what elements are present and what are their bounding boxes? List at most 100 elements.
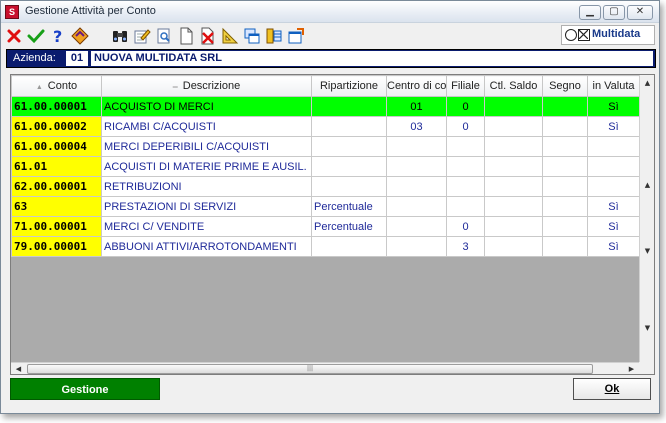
cell-ctl-saldo[interactable] <box>484 116 543 137</box>
scroll-page-down-icon[interactable]: ▼ <box>640 243 654 259</box>
cell-centro[interactable] <box>386 216 447 237</box>
cell-centro[interactable] <box>386 176 447 197</box>
table-row[interactable]: 63 PRESTAZIONI DI SERVIZI Percentuale Sì <box>11 196 640 217</box>
cell-conto[interactable]: 61.00.00004 <box>11 136 102 157</box>
delete-document-icon[interactable] <box>198 26 218 46</box>
scroll-down-icon[interactable]: ▼ <box>640 320 654 336</box>
cell-conto[interactable]: 71.00.00001 <box>11 216 102 237</box>
cell-conto[interactable]: 61.00.00001 <box>11 96 102 117</box>
cell-filiale[interactable]: 0 <box>446 116 485 137</box>
cell-conto[interactable]: 79.00.00001 <box>11 236 102 257</box>
column-header-conto[interactable]: ▲ Conto <box>11 75 102 97</box>
confirm-check-icon[interactable] <box>26 26 46 46</box>
table-row[interactable]: 61.01 ACQUISTI DI MATERIE PRIME E AUSIL. <box>11 156 640 177</box>
cell-conto[interactable]: 61.00.00002 <box>11 116 102 137</box>
new-document-icon[interactable] <box>176 26 196 46</box>
cell-valuta[interactable]: Sì <box>587 216 640 237</box>
cell-centro[interactable] <box>386 156 447 177</box>
copy-window-icon[interactable] <box>242 26 262 46</box>
cell-descrizione[interactable]: RICAMBI C/ACQUISTI <box>101 116 312 137</box>
column-header-ripartizione[interactable]: Ripartizione <box>311 75 387 97</box>
cell-ctl-saldo[interactable] <box>484 96 543 117</box>
cell-ctl-saldo[interactable] <box>484 216 543 237</box>
cell-segno[interactable] <box>542 136 588 157</box>
cell-descrizione[interactable]: MERCI DEPERIBILI C/ACQUISTI <box>101 136 312 157</box>
cell-descrizione[interactable]: PRESTAZIONI DI SERVIZI <box>101 196 312 217</box>
cell-filiale[interactable] <box>446 136 485 157</box>
scroll-page-up-icon[interactable]: ▲ <box>640 177 654 193</box>
cell-valuta[interactable] <box>587 136 640 157</box>
cell-valuta[interactable]: Sì <box>587 236 640 257</box>
table-row[interactable]: 61.00.00002 RICAMBI C/ACQUISTI 03 0 Sì <box>11 116 640 137</box>
cell-valuta[interactable] <box>587 156 640 177</box>
cell-ripartizione[interactable] <box>311 236 387 257</box>
title-bar[interactable]: S Gestione Attività per Conto ▁ ▢ ✕ <box>1 1 659 23</box>
database-grid-icon[interactable] <box>264 26 284 46</box>
ok-button[interactable]: Ok <box>573 378 651 400</box>
cell-valuta[interactable] <box>587 176 640 197</box>
help-question-icon[interactable]: ? <box>48 26 68 46</box>
cell-segno[interactable] <box>542 176 588 197</box>
column-header-valuta[interactable]: in Valuta <box>587 75 640 97</box>
cell-ripartizione[interactable]: Percentuale <box>311 196 387 217</box>
table-row[interactable]: 71.00.00001 MERCI C/ VENDITE Percentuale… <box>11 216 640 237</box>
cell-ctl-saldo[interactable] <box>484 196 543 217</box>
cell-centro[interactable]: 01 <box>386 96 447 117</box>
scroll-right-icon[interactable]: ▶ <box>624 363 639 374</box>
column-header-ctl-saldo[interactable]: Ctl. Saldo <box>484 75 543 97</box>
edit-pencil-icon[interactable] <box>132 26 152 46</box>
scroll-up-icon[interactable]: ▲ <box>640 75 654 91</box>
table-row[interactable]: 79.00.00001 ABBUONI ATTIVI/ARROTONDAMENT… <box>11 236 640 257</box>
cell-valuta[interactable]: Sì <box>587 116 640 137</box>
cell-segno[interactable] <box>542 156 588 177</box>
cell-segno[interactable] <box>542 96 588 117</box>
close-button[interactable]: ✕ <box>627 5 653 20</box>
horizontal-scroll-thumb[interactable]: ||| <box>27 364 593 374</box>
column-header-filiale[interactable]: Filiale <box>446 75 485 97</box>
binoculars-search-icon[interactable] <box>110 26 130 46</box>
maximize-button[interactable]: ▢ <box>603 5 625 20</box>
cell-valuta[interactable]: Sì <box>587 96 640 117</box>
cell-segno[interactable] <box>542 236 588 257</box>
ruler-triangle-icon[interactable] <box>220 26 240 46</box>
cell-filiale[interactable] <box>446 156 485 177</box>
horizontal-scrollbar[interactable]: ◀ ||| ▶ <box>11 362 639 374</box>
cell-ctl-saldo[interactable] <box>484 176 543 197</box>
cell-ripartizione[interactable] <box>311 176 387 197</box>
column-header-segno[interactable]: Segno <box>542 75 588 97</box>
cell-descrizione[interactable]: ABBUONI ATTIVI/ARROTONDAMENTI <box>101 236 312 257</box>
cell-centro[interactable] <box>386 236 447 257</box>
cell-descrizione[interactable]: RETRIBUZIONI <box>101 176 312 197</box>
table-row[interactable]: 61.00.00004 MERCI DEPERIBILI C/ACQUISTI <box>11 136 640 157</box>
cell-descrizione[interactable]: ACQUISTO DI MERCI <box>101 96 312 117</box>
column-header-descrizione[interactable]: ═ Descrizione <box>101 75 312 97</box>
vertical-scrollbar[interactable]: ▲ ▲ ▼ ▼ <box>639 75 654 362</box>
diamond-tool-icon[interactable] <box>70 26 90 46</box>
cell-ripartizione[interactable] <box>311 116 387 137</box>
cell-segno[interactable] <box>542 196 588 217</box>
cell-ctl-saldo[interactable] <box>484 136 543 157</box>
cell-ripartizione[interactable]: Percentuale <box>311 216 387 237</box>
cell-conto[interactable]: 63 <box>11 196 102 217</box>
cell-filiale[interactable] <box>446 196 485 217</box>
cell-filiale[interactable]: 0 <box>446 216 485 237</box>
column-header-centro[interactable]: Centro di cos <box>386 75 447 97</box>
cell-descrizione[interactable]: ACQUISTI DI MATERIE PRIME E AUSIL. <box>101 156 312 177</box>
scroll-left-icon[interactable]: ◀ <box>11 363 26 374</box>
gestione-button[interactable]: Gestione <box>10 378 160 400</box>
cell-conto[interactable]: 61.01 <box>11 156 102 177</box>
cell-centro[interactable]: 03 <box>386 116 447 137</box>
cell-ctl-saldo[interactable] <box>484 236 543 257</box>
cancel-x-icon[interactable] <box>4 26 24 46</box>
table-row[interactable]: 61.00.00001 ACQUISTO DI MERCI 01 0 Sì <box>11 96 640 117</box>
cell-valuta[interactable]: Sì <box>587 196 640 217</box>
table-row[interactable]: 62.00.00001 RETRIBUZIONI <box>11 176 640 197</box>
cell-centro[interactable] <box>386 136 447 157</box>
cell-filiale[interactable]: 0 <box>446 96 485 117</box>
cell-descrizione[interactable]: MERCI C/ VENDITE <box>101 216 312 237</box>
cell-segno[interactable] <box>542 216 588 237</box>
cell-ctl-saldo[interactable] <box>484 156 543 177</box>
cell-filiale[interactable] <box>446 176 485 197</box>
document-search-icon[interactable] <box>154 26 174 46</box>
cell-segno[interactable] <box>542 116 588 137</box>
